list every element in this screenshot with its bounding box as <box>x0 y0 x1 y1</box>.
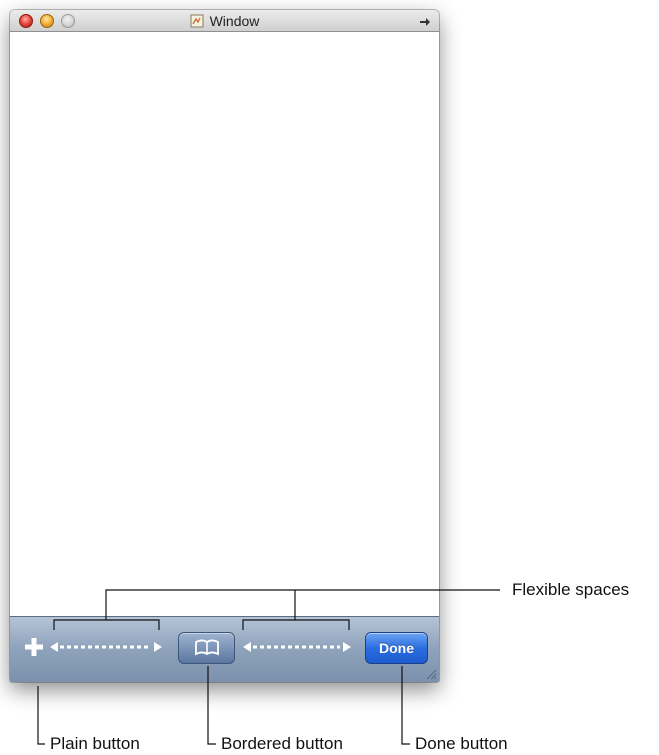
done-button[interactable]: Done <box>365 632 428 664</box>
app-window: Window Done <box>10 10 439 682</box>
callout-plain-button: Plain button <box>50 734 140 753</box>
document-proxy-icon[interactable] <box>190 14 204 28</box>
flexible-space-right <box>243 642 351 652</box>
toolbar-toggle-icon[interactable] <box>419 15 431 27</box>
plus-icon <box>25 638 43 656</box>
callout-done-button: Done button <box>415 734 508 753</box>
plain-button[interactable] <box>24 637 44 657</box>
title-bar: Window <box>10 10 439 32</box>
window-title: Window <box>209 13 260 29</box>
window-content <box>10 32 439 616</box>
callout-flexible-spaces: Flexible spaces <box>512 580 630 599</box>
window-title-group: Window <box>10 10 439 32</box>
bordered-button[interactable] <box>178 632 235 664</box>
resize-grip-icon[interactable] <box>425 668 437 680</box>
toolbar: Done <box>10 616 439 682</box>
flexible-space-left <box>50 642 162 652</box>
callout-bordered-button: Bordered button <box>221 734 343 753</box>
book-icon <box>194 639 219 656</box>
